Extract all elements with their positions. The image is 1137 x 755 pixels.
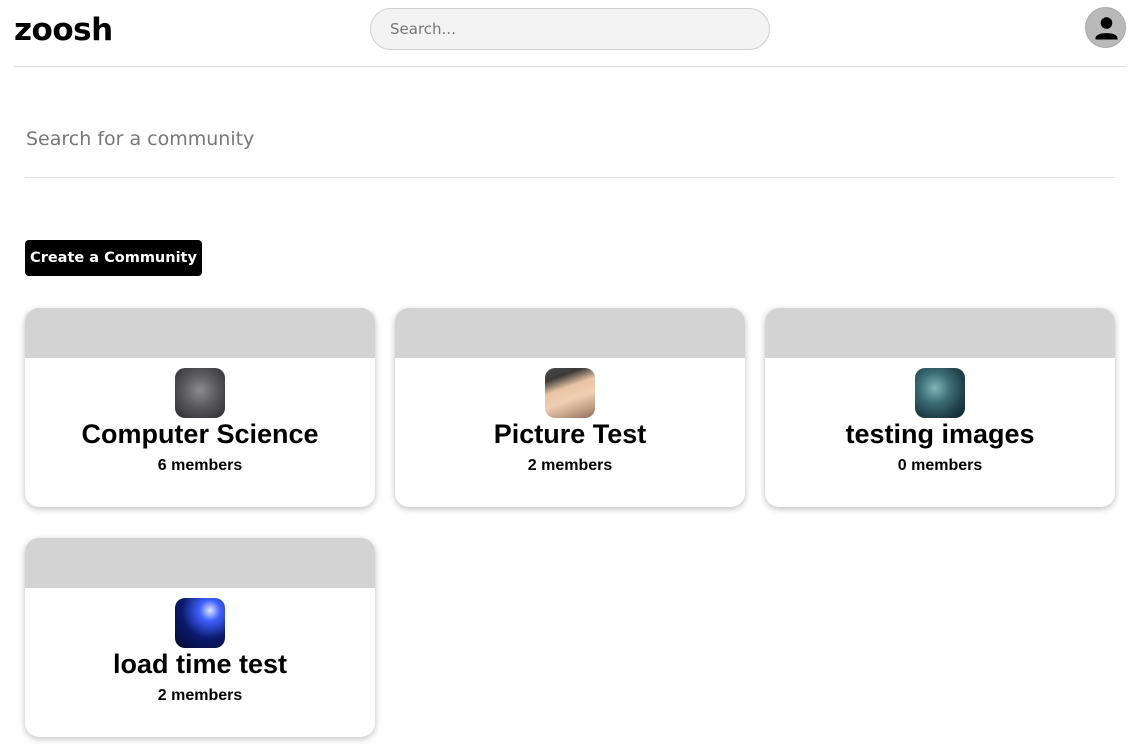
community-name: testing images [845, 419, 1035, 449]
member-count: 2 members [527, 457, 613, 474]
top-navbar: zoosh [14, 0, 1126, 67]
user-avatar-button[interactable] [1085, 7, 1126, 48]
community-card-testing-images[interactable]: testing images 0 members [765, 308, 1115, 507]
community-search-input[interactable] [25, 115, 1115, 178]
community-image [915, 368, 965, 418]
logo[interactable]: zoosh [14, 12, 113, 48]
member-count: 2 members [157, 687, 243, 704]
community-image [175, 598, 225, 648]
community-name: Computer Science [81, 419, 319, 449]
user-icon [1095, 17, 1118, 40]
community-card-picture-test[interactable]: Picture Test 2 members [395, 308, 745, 507]
card-banner [395, 308, 745, 358]
community-card-computer-science[interactable]: Computer Science 6 members [25, 308, 375, 507]
community-card-load-time-test[interactable]: load time test 2 members [25, 538, 375, 737]
community-image [545, 368, 595, 418]
global-search-input[interactable] [370, 8, 770, 50]
create-community-button[interactable]: Create a Community [25, 240, 202, 276]
community-name: Picture Test [493, 419, 647, 449]
member-count: 6 members [157, 457, 243, 474]
card-banner [765, 308, 1115, 358]
community-image [175, 368, 225, 418]
card-banner [25, 308, 375, 358]
community-name: load time test [112, 649, 288, 679]
card-banner [25, 538, 375, 588]
member-count: 0 members [897, 457, 983, 474]
